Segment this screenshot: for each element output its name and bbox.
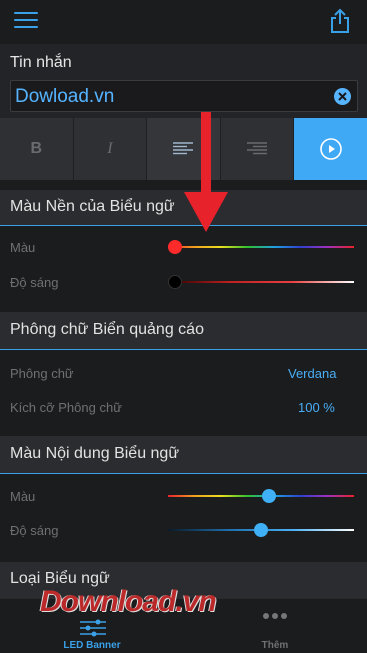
bold-button[interactable]: B [0, 118, 74, 180]
format-toolbar: B I [0, 118, 367, 180]
font-header: Phông chữ Biển quảng cáo [0, 312, 367, 350]
watermark: Download.vn [40, 585, 217, 618]
content-color-label: Màu [10, 489, 36, 504]
content-color-slider[interactable] [168, 489, 354, 503]
hamburger-menu-icon[interactable] [14, 12, 38, 30]
background-brightness-thumb[interactable] [168, 275, 182, 289]
background-color-thumb[interactable] [168, 240, 182, 254]
tab-more-label: Thêm [261, 640, 289, 651]
content-brightness-slider[interactable] [168, 523, 354, 537]
content-color-title: Màu Nội dung Biểu ngữ [10, 445, 180, 462]
align-right-icon [247, 142, 268, 155]
font-size-value[interactable]: 100 % [298, 400, 335, 415]
message-input[interactable]: Dowload.vn [10, 80, 358, 112]
align-left-button[interactable] [147, 118, 221, 180]
top-bar [0, 0, 367, 44]
content-color-header: Màu Nội dung Biểu ngữ [0, 436, 367, 474]
background-color-label: Màu [10, 240, 36, 255]
font-size-label: Kích cỡ Phông chữ [10, 400, 122, 415]
message-label: Tin nhắn [10, 54, 72, 71]
clear-icon[interactable] [334, 88, 351, 105]
message-section: Tin nhắn Dowload.vn [0, 44, 367, 118]
tab-more[interactable]: Thêm [240, 599, 310, 653]
message-value[interactable]: Dowload.vn [15, 86, 114, 108]
tab-led-banner-label: LED Banner [63, 640, 121, 651]
content-brightness-label: Độ sáng [10, 523, 59, 538]
share-icon[interactable] [329, 8, 351, 34]
content-color-thumb[interactable] [262, 489, 276, 503]
background-brightness-slider[interactable] [168, 275, 354, 289]
background-color-title: Màu Nền của Biểu ngữ [10, 198, 175, 215]
background-color-slider[interactable] [168, 240, 354, 254]
align-right-button[interactable] [221, 118, 295, 180]
background-color-header: Màu Nền của Biểu ngữ [0, 190, 367, 226]
play-button[interactable] [294, 118, 367, 180]
font-title: Phông chữ Biển quảng cáo [10, 321, 204, 338]
play-icon [319, 138, 342, 160]
italic-button[interactable]: I [74, 118, 148, 180]
background-brightness-label: Độ sáng [10, 275, 59, 290]
font-label: Phông chữ [10, 366, 74, 381]
content-brightness-thumb[interactable] [254, 523, 268, 537]
align-left-icon [173, 142, 194, 155]
sliders-icon [80, 619, 106, 637]
font-value[interactable]: Verdana [288, 366, 336, 381]
more-icon [263, 613, 287, 619]
